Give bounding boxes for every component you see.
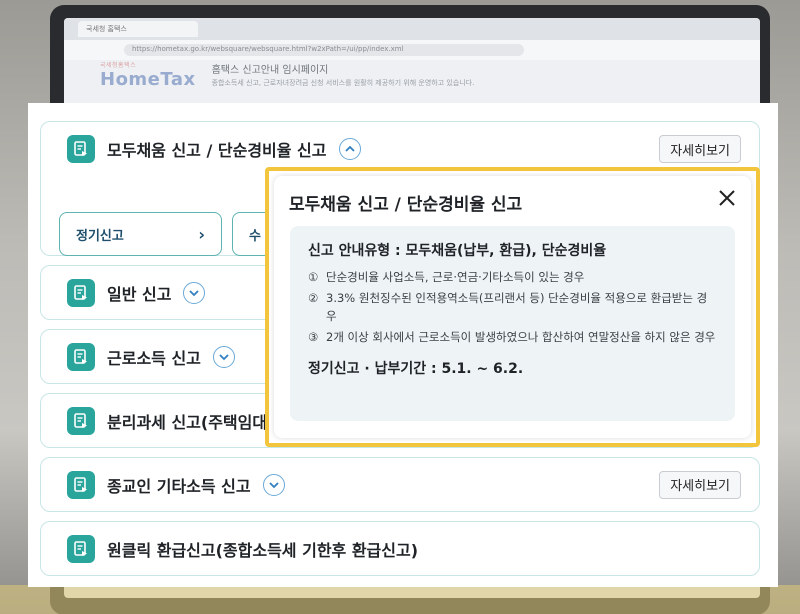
document-icon — [67, 342, 95, 371]
document-icon — [67, 470, 95, 499]
row-title: 종교인 기타소득 신고 — [107, 476, 251, 496]
chevron-down-icon[interactable] — [183, 281, 206, 304]
row-one-click-refund[interactable]: 원클릭 환급신고(종합소득세 기한후 환급신고) — [40, 521, 760, 576]
browser-tab: 국세청 홈택스 — [78, 21, 198, 37]
close-icon[interactable] — [715, 186, 739, 210]
header-subtitle: 종합소득세 신고, 근로자녀장려금 신청 서비스를 원활히 제공하기 위해 운영… — [211, 79, 475, 87]
guide-item: ③ 2개 이상 회사에서 근로소득이 발생하였으나 합산하여 연말정산을 하지 않… — [308, 330, 716, 344]
background-bottom-strip — [0, 585, 800, 614]
row-title: 근로소득 신고 — [107, 348, 201, 368]
chevron-up-icon[interactable] — [338, 138, 361, 160]
document-icon — [67, 406, 95, 435]
guide-item: ② 3.3% 원천징수된 인적용역소득(프리랜서 등) 단순경비율 적용으로 환급… — [308, 291, 708, 323]
chevron-down-icon[interactable] — [262, 473, 285, 496]
guide-item: ① 단순경비율 사업소득, 근로·연금·기타소득이 있는 경우 — [308, 270, 585, 284]
document-icon — [67, 135, 95, 163]
row-title: 원클릭 환급신고(종합소득세 기한후 환급신고) — [107, 540, 419, 560]
row-title: 일반 신고 — [107, 284, 172, 304]
detail-button[interactable]: 자세히보기 — [659, 470, 741, 499]
row-religious-income[interactable]: 종교인 기타소득 신고 자세히보기 — [40, 457, 760, 512]
popup-title: 모두채움 신고 / 단순경비율 신고 — [289, 195, 523, 215]
popup-highlight: 모두채움 신고 / 단순경비율 신고 신고 안내유형 : 모두채움(납부, 환급… — [265, 167, 760, 447]
filing-period: 정기신고 · 납부기간 : 5.1. ~ 6.2. — [308, 361, 524, 377]
row-title: 모두채움 신고 / 단순경비율 신고 — [107, 141, 327, 160]
document-icon — [67, 534, 95, 563]
detail-button[interactable]: 자세히보기 — [659, 135, 741, 163]
info-popup: 모두채움 신고 / 단순경비율 신고 신고 안내유형 : 모두채움(납부, 환급… — [274, 176, 751, 438]
background-header: 국세청홈택스 HomeTax 홈택스 신고안내 임시페이지 종합소득세 신고, … — [100, 52, 620, 97]
chevron-down-icon[interactable] — [212, 345, 235, 368]
regular-report-button[interactable]: 정기신고 › — [59, 212, 222, 256]
popup-body: 신고 안내유형 : 모두채움(납부, 환급), 단순경비율 ① 단순경비율 사업소… — [290, 226, 735, 421]
guide-heading: 신고 안내유형 : 모두채움(납부, 환급), 단순경비율 — [308, 243, 607, 259]
document-icon — [67, 278, 95, 307]
row-title: 분리과세 신고(주택임대 — [107, 412, 268, 432]
header-title: 홈택스 신고안내 임시페이지 — [211, 65, 329, 76]
hometax-logo: 국세청홈택스 HomeTax — [100, 61, 196, 90]
